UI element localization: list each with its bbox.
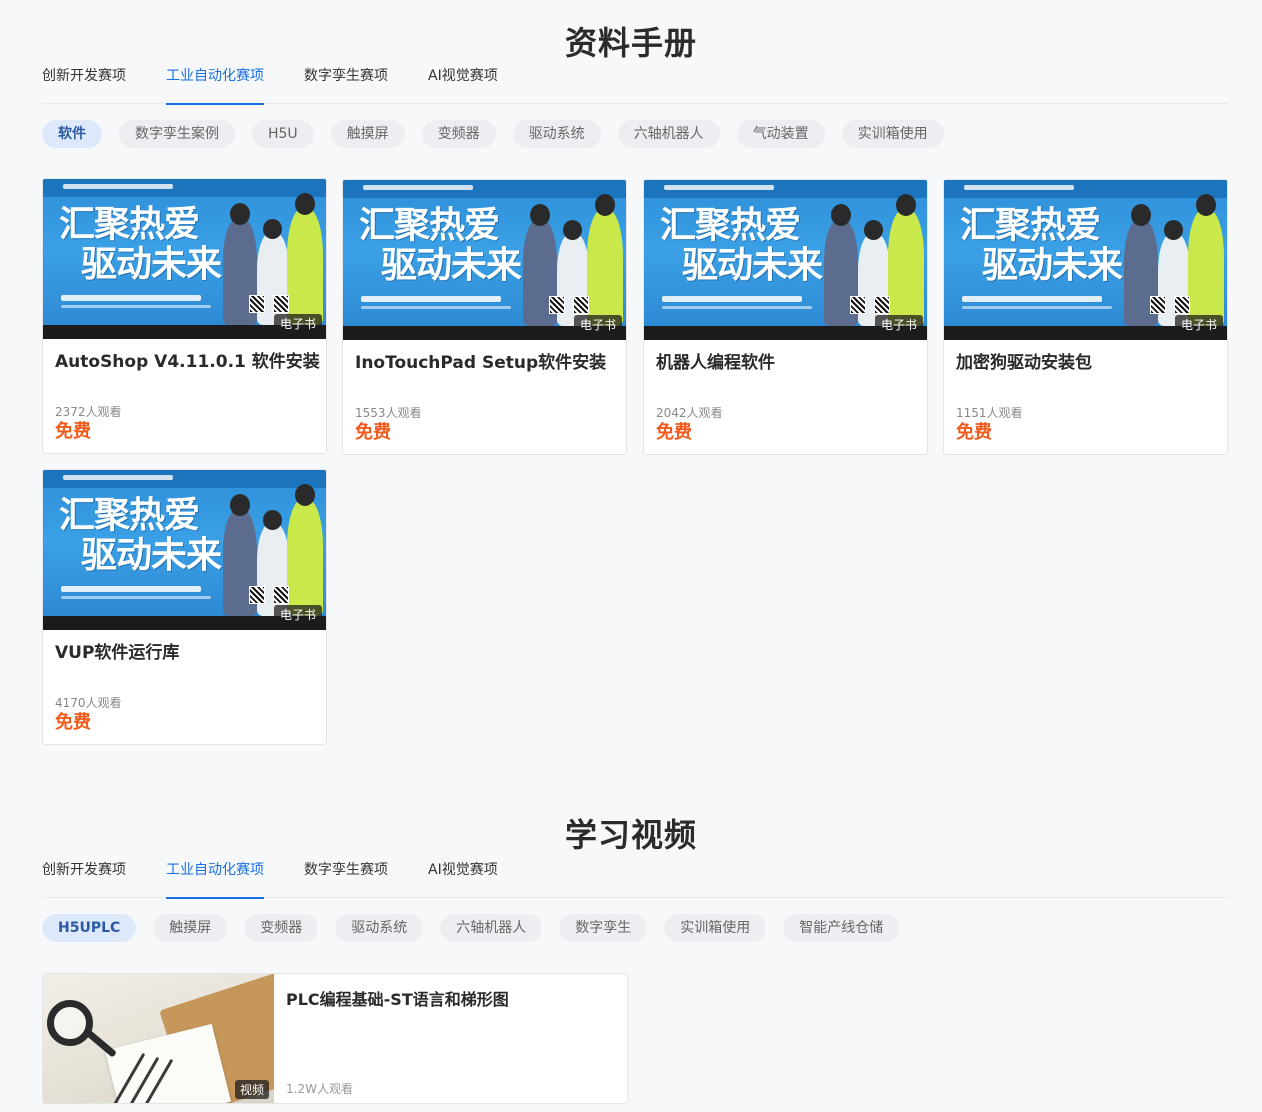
manuals-tabs: 创新开发赛项 工业自动化赛项 数字孪生赛项 AI视觉赛项 [42,64,1228,105]
manuals-category-chips: 软件 数字孪生案例 H5U 触摸屏 变频器 驱动系统 六轴机器人 气动装置 实训… [42,120,961,148]
chip-inverter[interactable]: 变频器 [421,120,496,148]
chip-training-box[interactable]: 实训箱使用 [841,120,944,148]
ebook-badge: 电子书 [1174,315,1223,334]
ebook-cover-image: 汇聚热爱 驱动未来 电子书 [343,180,626,340]
videos-section-title: 学习视频 [564,816,697,854]
tab-digital-twin[interactable]: 数字孪生赛项 [304,64,388,104]
video-card[interactable]: 视频 PLC编程基础-ST语言和梯形图 1.2W人观看 [42,973,628,1104]
tab-industrial-automation[interactable]: 工业自动化赛项 [166,64,264,105]
manual-card[interactable]: 汇聚热爱 驱动未来 电子书 机器人编程软件 2042人观看 免费 [643,179,928,455]
video-title: PLC编程基础-ST语言和梯形图 [286,990,509,1009]
chip-pneumatic[interactable]: 气动装置 [736,120,825,148]
tab-innovation[interactable]: 创新开发赛项 [42,64,126,104]
chip-digital-twin[interactable]: 数字孪生 [559,914,648,942]
chip-digital-twin-cases[interactable]: 数字孪生案例 [119,120,235,148]
chip-drive-system[interactable]: 驱动系统 [512,120,601,148]
tab-ai-vision[interactable]: AI视觉赛项 [428,64,498,104]
card-title: 加密狗驱动安装包 [956,353,1092,373]
price-label: 免费 [355,422,391,443]
ebook-cover-image: 汇聚热爱 驱动未来 电子书 [944,180,1227,340]
chip-training-box[interactable]: 实训箱使用 [664,914,767,942]
chip-six-axis-robot[interactable]: 六轴机器人 [440,914,543,942]
price-label: 免费 [656,422,692,443]
tab-ai-vision[interactable]: AI视觉赛项 [428,858,498,898]
card-title: InoTouchPad Setup软件安装 [355,353,607,373]
chip-smart-warehouse[interactable]: 智能产线仓储 [783,914,900,942]
price-label: 免费 [55,712,91,733]
chip-six-axis-robot[interactable]: 六轴机器人 [617,120,720,148]
chip-touchscreen[interactable]: 触摸屏 [153,914,228,942]
videos-category-chips: H5UPLC 触摸屏 变频器 驱动系统 六轴机器人 数字孪生 实训箱使用 智能产… [42,914,916,942]
card-title: VUP软件运行库 [55,643,180,663]
video-thumbnail: 视频 [43,974,274,1103]
ebook-badge: 电子书 [273,314,322,333]
manuals-section-title: 资料手册 [564,24,697,62]
manual-card[interactable]: 汇聚热爱 驱动未来 电子书 AutoShop V4.11.0.1 软件安装 237… [42,178,327,454]
manual-card[interactable]: 汇聚热爱 驱动未来 电子书 加密狗驱动安装包 1151人观看 免费 [943,179,1228,455]
price-label: 免费 [55,421,91,442]
chip-touchscreen[interactable]: 触摸屏 [330,120,405,148]
ebook-cover-image: 汇聚热爱 驱动未来 电子书 [43,470,326,630]
chip-h5uplc[interactable]: H5UPLC [42,914,137,942]
videos-tabs: 创新开发赛项 工业自动化赛项 数字孪生赛项 AI视觉赛项 [42,858,1228,899]
ebook-cover-image: 汇聚热爱 驱动未来 电子书 [43,179,326,339]
manual-card[interactable]: 汇聚热爱 驱动未来 电子书 InoTouchPad Setup软件安装 1553人… [342,179,627,455]
ebook-badge: 电子书 [573,315,622,334]
tab-innovation[interactable]: 创新开发赛项 [42,858,126,898]
video-view-count: 1.2W人观看 [286,1082,353,1096]
card-title: AutoShop V4.11.0.1 软件安装 [55,352,320,372]
ebook-cover-image: 汇聚热爱 驱动未来 电子书 [644,180,927,340]
tab-industrial-automation[interactable]: 工业自动化赛项 [166,858,264,899]
chip-drive-system[interactable]: 驱动系统 [335,914,424,942]
ebook-badge: 电子书 [273,605,322,624]
card-title: 机器人编程软件 [656,353,775,373]
chip-inverter[interactable]: 变频器 [244,914,319,942]
ebook-badge: 电子书 [874,315,923,334]
chip-software[interactable]: 软件 [42,120,102,148]
video-badge: 视频 [235,1080,270,1099]
tab-digital-twin[interactable]: 数字孪生赛项 [304,858,388,898]
chip-h5u[interactable]: H5U [252,120,314,148]
price-label: 免费 [956,422,992,443]
manual-card[interactable]: 汇聚热爱 驱动未来 电子书 VUP软件运行库 4170人观看 免费 [42,469,327,745]
